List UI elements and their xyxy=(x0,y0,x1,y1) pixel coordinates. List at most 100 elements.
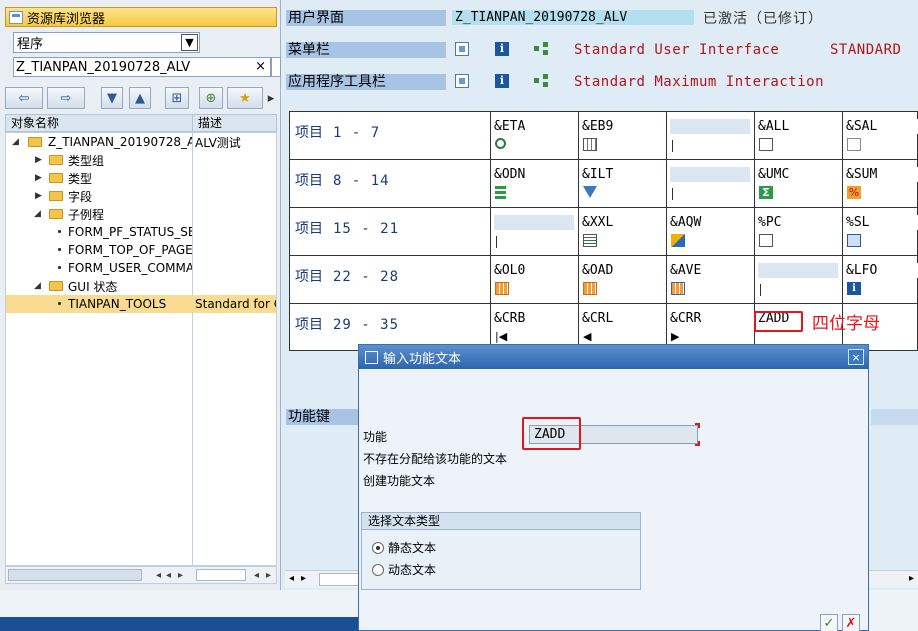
binoculars-icon: ⊞ xyxy=(171,90,183,106)
tree-node-fields[interactable]: ▶ 字段 xyxy=(6,187,276,205)
function-code-field[interactable]: &LFO xyxy=(846,263,918,278)
function-keys-label[interactable]: 功能键 xyxy=(286,409,361,425)
expand-triangle-icon[interactable]: ◢ xyxy=(12,137,19,147)
tree-node-form-pf-status[interactable]: FORM_PF_STATUS_SE xyxy=(6,223,276,241)
tree-node-type-groups[interactable]: ▶ 类型组 xyxy=(6,151,276,169)
collapse-triangle-icon[interactable]: ▶ xyxy=(35,191,42,201)
function-code-field[interactable]: &CRR xyxy=(670,311,750,326)
chevron-down-icon[interactable]: ▼ xyxy=(181,34,198,51)
empty-function-field[interactable] xyxy=(670,167,750,182)
function-code-field[interactable]: &CRL xyxy=(582,311,662,326)
empty-function-field[interactable] xyxy=(494,215,574,230)
expand-triangle-icon[interactable]: ◢ xyxy=(34,209,41,219)
function-code-field[interactable]: &EB9 xyxy=(582,119,662,134)
find-button[interactable]: ⊞ xyxy=(165,87,189,109)
folder-icon xyxy=(28,137,42,147)
export-icon xyxy=(759,234,773,247)
tree-header-desc[interactable]: 描述 xyxy=(193,115,222,131)
repository-browser-panel: 资源库浏览器 程序 ▼ Z_TIANPAN_20190728_ALV × ⇦ ⇨… xyxy=(0,0,281,590)
hierarchy-icon[interactable] xyxy=(534,74,548,88)
tree-node-form-user-command[interactable]: FORM_USER_COMMAN xyxy=(6,259,276,277)
scroll-thumb[interactable] xyxy=(8,569,142,581)
expand-triangle-icon[interactable]: ◢ xyxy=(34,281,41,291)
forward-arrow-icon: ⇨ xyxy=(60,90,72,106)
scroll-right-end-icon[interactable]: ▸ xyxy=(909,573,914,584)
program-name-field[interactable]: Z_TIANPAN_20190728_ALV xyxy=(452,10,694,25)
tree-header-name[interactable]: 对象名称 xyxy=(6,115,193,131)
back-button[interactable]: ⇦ xyxy=(5,87,43,109)
tree-node-program[interactable]: ◢ Z_TIANPAN_20190728_A ALV测试 xyxy=(6,133,276,151)
forward-button[interactable]: ⇨ xyxy=(47,87,85,109)
function-code-field[interactable]: &ODN xyxy=(494,167,574,182)
display-icon[interactable] xyxy=(455,42,469,56)
collapse-triangle-icon[interactable]: ▶ xyxy=(35,155,42,165)
hierarchy-button[interactable]: ⊕ xyxy=(199,87,223,109)
scroll-left-icon[interactable]: ◂ xyxy=(254,570,259,581)
info-icon[interactable]: i xyxy=(495,42,509,56)
function-code-field[interactable]: &ALL xyxy=(758,119,838,134)
function-code-field[interactable]: %PC xyxy=(758,215,838,230)
menu-bar-label[interactable]: 菜单栏 xyxy=(286,42,446,58)
scroll-thumb[interactable] xyxy=(319,573,361,586)
tree-node-tianpan-tools[interactable]: TIANPAN_TOOLS Standard for Ge xyxy=(6,295,276,313)
function-code-field[interactable]: &XXL xyxy=(582,215,662,230)
display-button[interactable] xyxy=(271,57,281,77)
expand-button[interactable]: ▼ xyxy=(101,87,123,109)
menu-bar-status[interactable]: STANDARD xyxy=(830,42,901,58)
sigma-icon: Σ xyxy=(759,186,773,199)
dynamic-text-option[interactable]: 动态文本 xyxy=(372,561,436,578)
info-icon[interactable]: i xyxy=(495,74,509,88)
function-code-field[interactable]: &ETA xyxy=(494,119,574,134)
clear-icon[interactable]: × xyxy=(255,59,266,74)
cancel-button[interactable]: ✗ xyxy=(842,614,860,631)
empty-function-field[interactable] xyxy=(670,119,750,134)
scroll-left-icon[interactable]: ◂ xyxy=(156,570,161,581)
favorites-button[interactable]: ★ xyxy=(227,87,263,109)
function-code-field[interactable]: &AQW xyxy=(670,215,750,230)
scroll-right-icon[interactable]: ▸ xyxy=(266,570,271,581)
dialog-title-bar[interactable]: 输入功能文本 xyxy=(359,345,868,369)
mail-icon xyxy=(847,234,861,247)
layout-save-icon xyxy=(671,282,685,295)
close-icon[interactable]: × xyxy=(848,349,864,365)
display-icon[interactable] xyxy=(455,74,469,88)
object-name-input[interactable]: Z_TIANPAN_20190728_ALV × xyxy=(13,57,271,77)
scroll-thumb-desc[interactable] xyxy=(196,569,246,581)
menu-bar-text[interactable]: Standard User Interface xyxy=(574,42,779,58)
empty-function-field[interactable] xyxy=(758,263,838,278)
static-text-option[interactable]: 静态文本 xyxy=(372,539,436,556)
app-toolbar-label[interactable]: 应用程序工具栏 xyxy=(286,74,446,90)
row-label: 项目 xyxy=(295,221,323,237)
object-type-select[interactable]: 程序 ▼ xyxy=(13,32,200,53)
scroll-right-icon[interactable]: ▸ xyxy=(178,570,183,581)
radio-unselected-icon[interactable] xyxy=(372,563,384,576)
tree-node-gui-status[interactable]: ◢ GUI 状态 xyxy=(6,277,276,295)
layout-icon xyxy=(495,282,509,295)
collapse-button[interactable]: ▲ xyxy=(129,87,151,109)
tree-node-form-top-of-page[interactable]: FORM_TOP_OF_PAGE xyxy=(6,241,276,259)
first-page-icon: |◀ xyxy=(495,330,508,343)
function-code-field[interactable]: &CRB xyxy=(494,311,574,326)
toolbar-more-button[interactable]: ▸ xyxy=(265,87,277,109)
collapse-triangle-icon[interactable]: ▶ xyxy=(35,173,42,183)
function-code-field[interactable]: %SL xyxy=(846,215,918,230)
tree-node-types[interactable]: ▶ 类型 xyxy=(6,169,276,187)
tree-node-subroutines[interactable]: ◢ 子例程 xyxy=(6,205,276,223)
radio-selected-icon[interactable] xyxy=(372,541,384,554)
scroll-left-icon[interactable]: ◂ xyxy=(289,573,294,584)
confirm-button[interactable]: ✓ xyxy=(820,614,838,631)
function-code-field[interactable]: &SAL xyxy=(846,119,918,134)
tree-header: 对象名称 描述 xyxy=(5,114,277,132)
function-code-field[interactable]: &ILT xyxy=(582,167,662,182)
scroll-right-icon[interactable]: ▸ xyxy=(301,573,306,584)
function-code-field[interactable]: &UMC xyxy=(758,167,838,182)
scroll-left-end-icon[interactable]: ◂ xyxy=(166,570,171,581)
function-code-field[interactable]: &SUM xyxy=(846,167,918,182)
tree-horizontal-scrollbar[interactable]: ◂ ◂ ▸ ◂ ▸ xyxy=(5,566,277,584)
function-code-field[interactable]: &AVE xyxy=(670,263,750,278)
function-code-field[interactable]: &OAD xyxy=(582,263,662,278)
function-code-field[interactable]: &OL0 xyxy=(494,263,574,278)
hierarchy-icon[interactable] xyxy=(534,42,548,56)
app-toolbar-text[interactable]: Standard Maximum Interaction xyxy=(574,74,824,90)
repository-browser-title[interactable]: 资源库浏览器 xyxy=(5,7,277,27)
